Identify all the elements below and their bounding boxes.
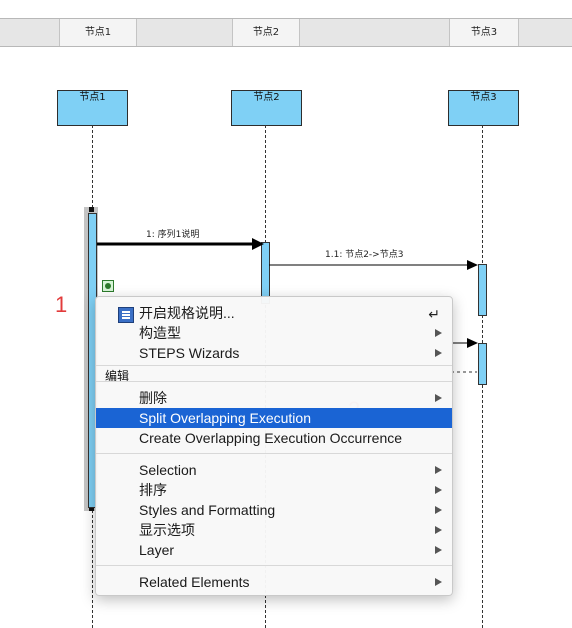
menu-item-selection[interactable]: Selection bbox=[96, 460, 452, 480]
menu-item-styles[interactable]: Styles and Formatting bbox=[96, 500, 452, 520]
submenu-arrow-icon bbox=[435, 466, 442, 474]
menu-separator bbox=[96, 381, 452, 382]
menu-separator bbox=[96, 365, 452, 366]
message-label-1[interactable]: 1: 序列1说明 bbox=[146, 227, 199, 240]
submenu-arrow-icon bbox=[435, 546, 442, 554]
menu-separator bbox=[96, 453, 452, 454]
menu-label: Layer bbox=[139, 542, 175, 558]
submenu-arrow-icon bbox=[435, 526, 442, 534]
lifeline-node-2[interactable]: 节点2 bbox=[231, 90, 302, 126]
spec-icon bbox=[118, 307, 134, 323]
menu-label: 显示选项 bbox=[139, 522, 195, 538]
menu-label: Related Elements bbox=[139, 574, 250, 590]
lifeline-node-3[interactable]: 节点3 bbox=[448, 90, 519, 126]
message-arrowhead-1-1 bbox=[467, 260, 478, 270]
menu-item-create-overlapping[interactable]: Create Overlapping Execution Occurrence bbox=[96, 428, 452, 448]
selection-handle-top[interactable] bbox=[89, 207, 94, 212]
menu-label: STEPS Wizards bbox=[139, 345, 240, 361]
menu-label: 构造型 bbox=[139, 325, 181, 341]
activation-node-3b[interactable] bbox=[478, 343, 487, 385]
diagram-header-strip: 节点1 节点2 节点3 bbox=[0, 18, 572, 47]
ghost-arrowhead-right bbox=[467, 338, 478, 348]
menu-item-layer[interactable]: Layer bbox=[96, 540, 452, 560]
submenu-arrow-icon bbox=[435, 349, 442, 357]
message-label-1-1[interactable]: 1.1: 节点2->节点3 bbox=[325, 247, 403, 260]
annotation-1: 1 bbox=[55, 292, 68, 317]
submenu-arrow-icon bbox=[435, 394, 442, 402]
lifeline-node-1[interactable]: 节点1 bbox=[57, 90, 128, 126]
submenu-arrow-icon bbox=[435, 486, 442, 494]
menu-item-display-options[interactable]: 显示选项 bbox=[96, 520, 452, 540]
menu-separator bbox=[96, 565, 452, 566]
menu-label: 删除 bbox=[139, 390, 167, 406]
context-menu: 开启规格说明... ↵ 构造型 STEPS Wizards 编辑 删除 Spli… bbox=[95, 296, 453, 596]
menu-label: Styles and Formatting bbox=[139, 502, 276, 518]
target-icon[interactable] bbox=[102, 280, 114, 292]
menu-label: Split Overlapping Execution bbox=[139, 410, 311, 426]
menu-item-delete[interactable]: 删除 bbox=[96, 388, 452, 408]
header-node-1[interactable]: 节点1 bbox=[59, 19, 137, 46]
menu-item-sort[interactable]: 排序 bbox=[96, 480, 452, 500]
menu-label: 开启规格说明... bbox=[139, 305, 235, 321]
menu-label: 排序 bbox=[139, 482, 167, 498]
menu-label: Selection bbox=[139, 462, 197, 478]
activation-node-2[interactable] bbox=[261, 242, 270, 304]
activation-node-3a[interactable] bbox=[478, 264, 487, 316]
menu-item-steps-wizards[interactable]: STEPS Wizards bbox=[96, 343, 452, 363]
header-node-2[interactable]: 节点2 bbox=[232, 19, 300, 46]
menu-item-related-elements[interactable]: Related Elements bbox=[96, 572, 452, 592]
menu-item-stereotype[interactable]: 构造型 bbox=[96, 323, 452, 343]
menu-item-split-overlapping[interactable]: Split Overlapping Execution bbox=[96, 408, 452, 428]
menu-item-open-spec[interactable]: 开启规格说明... ↵ bbox=[96, 303, 452, 323]
header-node-3[interactable]: 节点3 bbox=[449, 19, 519, 46]
submenu-arrow-icon bbox=[435, 578, 442, 586]
menu-label: Create Overlapping Execution Occurrence bbox=[139, 430, 403, 446]
enter-icon: ↵ bbox=[428, 306, 440, 322]
submenu-arrow-icon bbox=[435, 329, 442, 337]
submenu-arrow-icon bbox=[435, 506, 442, 514]
